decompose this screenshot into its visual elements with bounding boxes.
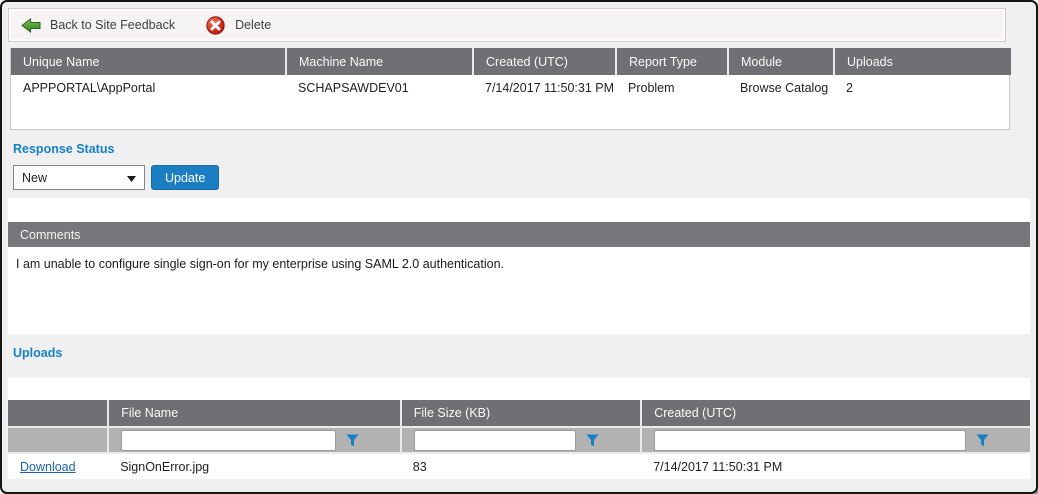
cell-created-utc: 7/14/2017 11:50:31 PM <box>473 75 616 101</box>
filter-funnel-icon[interactable] <box>586 434 599 447</box>
col-machine-name: Machine Name <box>286 48 473 75</box>
filter-funnel-icon[interactable] <box>976 434 989 447</box>
download-link[interactable]: Download <box>20 460 76 474</box>
cell-machine-name: SCHAPSAWDEV01 <box>286 75 473 101</box>
col-file-name: File Name <box>108 400 401 427</box>
back-to-site-feedback-button[interactable]: Back to Site Feedback <box>21 18 175 33</box>
uploads-header-row: File Name File Size (KB) Created (UTC) <box>8 400 1030 427</box>
chevron-down-icon <box>127 171 136 185</box>
feedback-detail-window: Back to Site Feedback Delete <box>0 0 1038 494</box>
col-file-size: File Size (KB) <box>401 400 641 427</box>
cell-unique-name: APPPORTAL\AppPortal <box>11 75 286 101</box>
back-button-label: Back to Site Feedback <box>50 18 175 32</box>
response-status-label: Response Status <box>13 142 114 156</box>
filter-cell-empty <box>8 427 108 453</box>
col-action <box>8 400 108 427</box>
filter-cell-file-size <box>401 427 641 453</box>
cell-module: Browse Catalog <box>728 75 834 101</box>
file-size-filter-input[interactable] <box>414 430 576 451</box>
update-button[interactable]: Update <box>151 165 219 190</box>
uploads-filter-row <box>8 427 1030 453</box>
feedback-table: Unique Name Machine Name Created (UTC) R… <box>10 48 1010 130</box>
delete-button-label: Delete <box>235 18 271 32</box>
file-name-filter-input[interactable] <box>121 430 336 451</box>
filter-cell-created <box>641 427 1030 453</box>
col-uploads: Uploads <box>834 48 1011 75</box>
back-arrow-icon <box>21 18 41 33</box>
response-status-controls: New Update <box>13 165 219 190</box>
response-status-selected-value: New <box>22 171 47 185</box>
uploads-spacer <box>8 378 1030 400</box>
comments-header-bar: Comments <box>8 222 1030 247</box>
uploads-heading: Uploads <box>13 346 62 360</box>
feedback-header-row: Unique Name Machine Name Created (UTC) R… <box>11 48 1011 75</box>
cell-file-name: SignOnError.jpg <box>108 453 401 479</box>
comment-text: I am unable to configure single sign-on … <box>8 247 1030 271</box>
cell-upload-created: 7/14/2017 11:50:31 PM <box>641 453 1030 479</box>
cell-file-size: 83 <box>401 453 641 479</box>
comments-panel: Comments I am unable to configure single… <box>8 198 1030 334</box>
toolbar: Back to Site Feedback Delete <box>8 8 1006 42</box>
created-filter-input[interactable] <box>654 430 966 451</box>
delete-icon <box>205 15 226 36</box>
uploads-grid: File Name File Size (KB) Created (UTC) <box>8 400 1030 479</box>
col-upload-created: Created (UTC) <box>641 400 1030 427</box>
filter-funnel-icon[interactable] <box>346 434 359 447</box>
filter-cell-file-name <box>108 427 401 453</box>
col-report-type: Report Type <box>616 48 728 75</box>
cell-uploads: 2 <box>834 75 1011 101</box>
delete-button[interactable]: Delete <box>205 15 271 36</box>
uploads-panel: File Name File Size (KB) Created (UTC) <box>8 378 1030 479</box>
upload-row: Download SignOnError.jpg 83 7/14/2017 11… <box>8 453 1030 479</box>
feedback-data-row[interactable]: APPPORTAL\AppPortal SCHAPSAWDEV01 7/14/2… <box>11 75 1011 101</box>
col-module: Module <box>728 48 834 75</box>
feedback-grid: Unique Name Machine Name Created (UTC) R… <box>11 48 1011 101</box>
cell-download: Download <box>8 453 108 479</box>
col-unique-name: Unique Name <box>11 48 286 75</box>
cell-report-type: Problem <box>616 75 728 101</box>
response-status-select[interactable]: New <box>13 165 145 190</box>
col-created-utc: Created (UTC) <box>473 48 616 75</box>
comments-header-label: Comments <box>20 228 80 242</box>
update-button-label: Update <box>165 171 205 185</box>
